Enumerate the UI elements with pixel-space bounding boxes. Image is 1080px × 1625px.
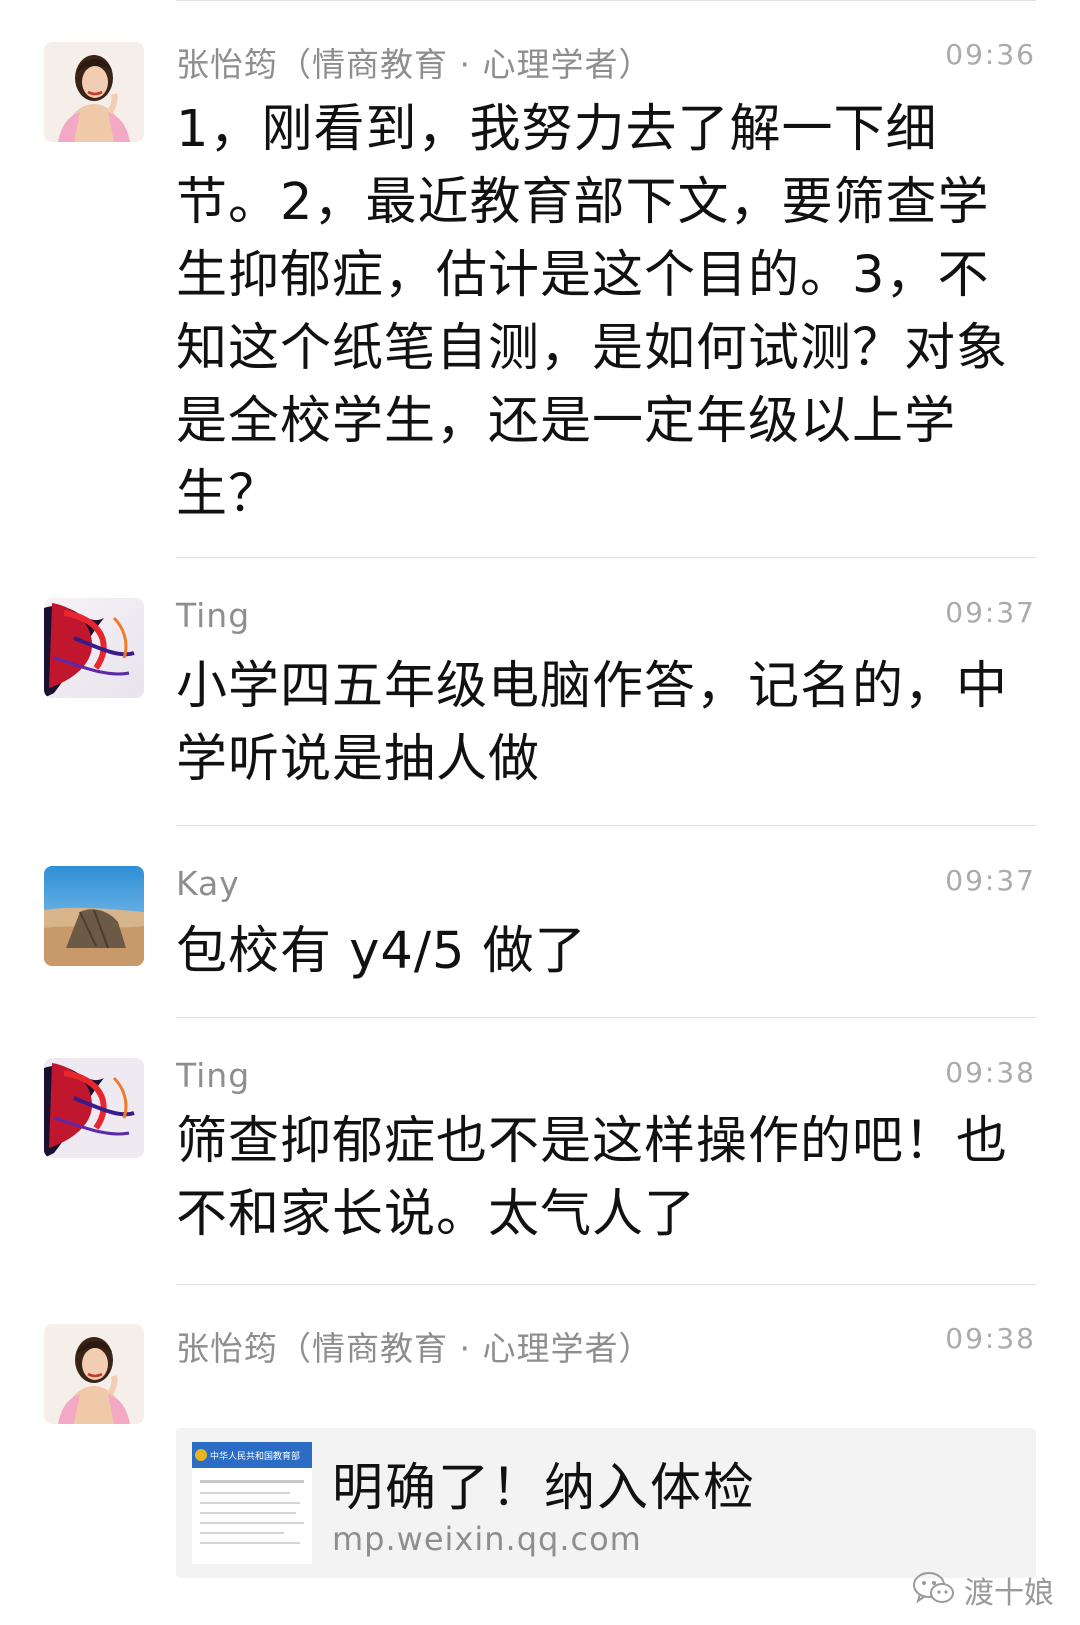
timestamp: 09:38 bbox=[945, 1322, 1036, 1355]
sender-name: 张怡筠（情商教育 · 心理学者） bbox=[176, 1329, 653, 1368]
link-title: 明确了！纳入体检 bbox=[332, 1459, 757, 1518]
timestamp: 09:38 bbox=[945, 1056, 1036, 1089]
avatar[interactable] bbox=[44, 1324, 144, 1424]
avatar[interactable] bbox=[44, 598, 144, 698]
link-card[interactable]: 中华人民共和国教育部 明确了！纳入体检 mp.weixin.qq.com bbox=[176, 1428, 1036, 1578]
divider bbox=[176, 0, 1036, 1]
timestamp: 09:37 bbox=[945, 864, 1036, 897]
timestamp: 09:36 bbox=[945, 38, 1036, 71]
sender-name: Ting bbox=[176, 1056, 251, 1095]
watermark: 渡十娘 bbox=[912, 1568, 1054, 1612]
sender-name: Ting bbox=[176, 596, 251, 635]
divider bbox=[176, 1017, 1036, 1018]
thumb-header: 中华人民共和国教育部 bbox=[210, 1450, 300, 1462]
timestamp: 09:37 bbox=[945, 596, 1036, 629]
avatar[interactable] bbox=[44, 866, 144, 966]
sender-name: Kay bbox=[176, 864, 240, 903]
divider bbox=[176, 557, 1036, 558]
message-text: 筛查抑郁症也不是这样操作的吧！也不和家长说。太气人了 bbox=[176, 1112, 1009, 1244]
divider bbox=[176, 1284, 1036, 1285]
sender-name: 张怡筠（情商教育 · 心理学者） bbox=[176, 45, 653, 84]
link-thumbnail: 中华人民共和国教育部 bbox=[192, 1442, 312, 1564]
avatar[interactable] bbox=[44, 1058, 144, 1158]
link-domain: mp.weixin.qq.com bbox=[332, 1520, 642, 1558]
watermark-text: 渡十娘 bbox=[964, 1576, 1054, 1611]
wechat-icon bbox=[912, 1571, 956, 1609]
message-text: 包校有 y4/5 做了 bbox=[176, 922, 587, 981]
message-text: 1，刚看到，我努力去了解一下细节。2，最近教育部下文，要筛查学生抑郁症，估计是这… bbox=[176, 100, 1009, 524]
avatar[interactable] bbox=[44, 42, 144, 142]
divider bbox=[176, 825, 1036, 826]
message-text: 小学四五年级电脑作答，记名的，中学听说是抽人做 bbox=[176, 657, 1009, 789]
